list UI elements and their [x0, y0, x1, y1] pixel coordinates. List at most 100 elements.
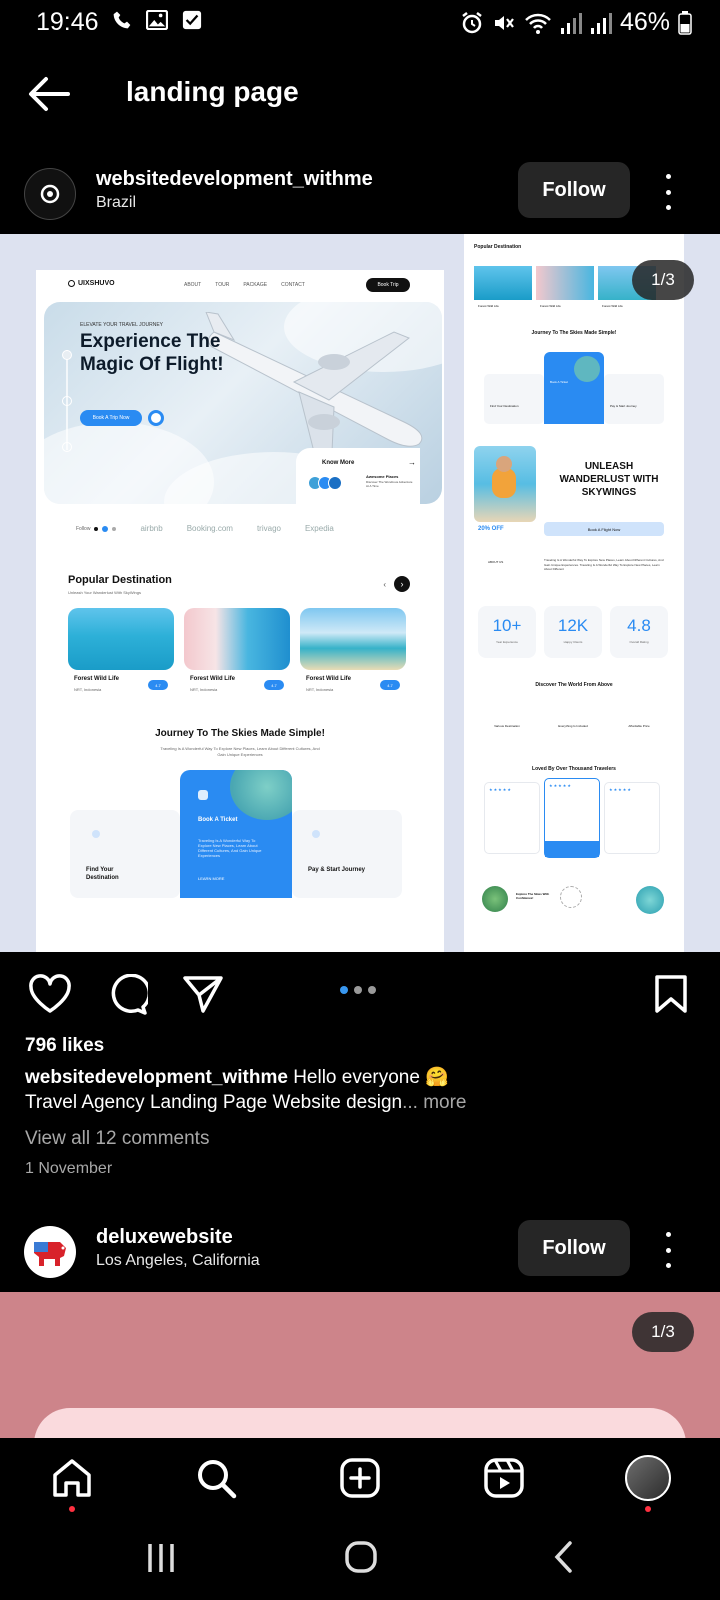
- mockup-destination-card: Forest Wild Life NRT, Indonesia 4.7: [184, 608, 290, 694]
- mockup-hero-button: Book A Trip Now: [80, 410, 142, 426]
- mockup-step-card: Pay & Start Journey: [292, 810, 402, 898]
- profile-notification-dot: [645, 1506, 651, 1512]
- avatar[interactable]: [24, 1226, 76, 1278]
- post-actions: [0, 964, 720, 1024]
- mockup-stat: 4.8 Overall Rating: [610, 606, 668, 658]
- mockup-stat: 10+ Year Experience: [478, 606, 536, 658]
- logo-icon: [40, 184, 60, 204]
- caption-text: Hello everyone 🤗: [293, 1067, 449, 1088]
- post-location[interactable]: Los Angeles, California: [96, 1252, 260, 1270]
- create-icon: [340, 1458, 380, 1498]
- wifi-icon: [525, 13, 551, 34]
- carousel-counter: 1/3: [632, 1312, 694, 1352]
- post-username[interactable]: websitedevelopment_withme: [96, 168, 373, 191]
- status-left-icons: [112, 10, 202, 30]
- mockup-avatar-group: [308, 476, 342, 490]
- more-options-icon[interactable]: [656, 1232, 680, 1268]
- post-image-card: [34, 1408, 686, 1438]
- partner-logo: Booking.com: [186, 524, 233, 533]
- back-arrow-icon[interactable]: [26, 76, 70, 112]
- mockup-landing-page: UIXSHUVO ABOUT TOUR PACKAGE CONTACT Book…: [36, 270, 444, 952]
- comment-icon[interactable]: [106, 974, 148, 1016]
- mockup-nav: ABOUT TOUR PACKAGE CONTACT: [184, 282, 305, 288]
- more-options-icon[interactable]: [656, 174, 680, 210]
- page-header: landing page: [0, 60, 720, 130]
- mockup-hero-eyebrow: ELEVATE YOUR TRAVEL JOURNEY: [80, 322, 163, 328]
- mockup-logo: UIXSHUVO: [68, 280, 115, 287]
- mockup-journey-sub: Traveling Is A Wonderful Way To Explore …: [160, 746, 320, 757]
- post-date: 1 November: [25, 1160, 113, 1177]
- nav-search[interactable]: [192, 1454, 240, 1502]
- mockup-stat: 12K Happy Clients: [544, 606, 602, 658]
- mockup-destination-card: Forest Wild Life NRT, Indonesia 4.7: [300, 608, 406, 694]
- home-notification-dot: [69, 1506, 75, 1512]
- post-header: deluxewebsite Los Angeles, California Fo…: [0, 1220, 720, 1294]
- mockup-globe: [636, 886, 664, 914]
- status-right: 46%: [460, 8, 692, 37]
- mockup-nav-item: CONTACT: [281, 282, 305, 288]
- like-heart-icon[interactable]: [28, 974, 72, 1014]
- page-title: landing page: [126, 76, 299, 107]
- phone-icon: [113, 11, 131, 29]
- follow-button[interactable]: Follow: [518, 162, 630, 218]
- post-image-carousel[interactable]: UIXSHUVO ABOUT TOUR PACKAGE CONTACT Book…: [0, 234, 720, 952]
- post-header: websitedevelopment_withme Brazil Follow: [0, 162, 720, 236]
- share-send-icon[interactable]: [182, 974, 224, 1014]
- arrow-right-icon: →: [408, 458, 416, 467]
- mockup-review-card: ★★★★★: [484, 782, 540, 854]
- mockup-thumb: [474, 266, 532, 300]
- search-icon: [198, 1460, 237, 1499]
- nav-home[interactable]: [48, 1454, 96, 1502]
- mockup-popular-title: Popular Destination: [68, 574, 172, 586]
- post-image-carousel[interactable]: 1/3: [0, 1292, 720, 1438]
- cow-logo-icon: [34, 1242, 66, 1266]
- caption-line-1: websitedevelopment_withme Hello everyone…: [25, 1065, 449, 1089]
- home-icon: [53, 1459, 91, 1497]
- follow-button[interactable]: Follow: [518, 1220, 630, 1276]
- post-location[interactable]: Brazil: [96, 194, 136, 212]
- profile-avatar: [625, 1455, 671, 1501]
- caption-line-2: Travel Agency Landing Page Website desig…: [25, 1092, 466, 1114]
- alarm-icon: [462, 11, 482, 33]
- mockup-step-card-active: Book A Ticket Traveling Is A Wonderful W…: [180, 770, 292, 898]
- home-button-icon[interactable]: [344, 1540, 378, 1574]
- nav-reels[interactable]: [480, 1454, 528, 1502]
- reels-icon: [484, 1458, 524, 1498]
- mockup-child-photo: [474, 446, 536, 522]
- mockup-nav-item: TOUR: [215, 282, 230, 288]
- mockup-step-card: Find Your Destination: [70, 810, 180, 898]
- partner-logo: trivago: [256, 524, 281, 533]
- caption-username[interactable]: websitedevelopment_withme: [25, 1067, 288, 1088]
- mockup-journey-title: Journey To The Skies Made Simple!: [155, 728, 325, 739]
- chevron-right-icon: ›: [394, 576, 410, 592]
- carousel-dots: [340, 986, 376, 994]
- mockup-destination-card: Forest Wild Life NRT, Indonesia 4.7: [68, 608, 174, 694]
- nav-create[interactable]: [336, 1454, 384, 1502]
- status-time: 19:46: [36, 8, 99, 36]
- mockup-know-sub-text: Discover The Wondrous Adventure At A Tim…: [366, 480, 413, 488]
- carousel-dot: [368, 986, 376, 994]
- mockup-carousel-arrows: ‹ ›: [383, 576, 410, 592]
- mockup-globe: [482, 886, 508, 912]
- post-username[interactable]: deluxewebsite: [96, 1226, 233, 1249]
- back-button-icon[interactable]: [552, 1540, 574, 1574]
- save-bookmark-icon[interactable]: [654, 974, 688, 1014]
- caption-more-link[interactable]: ... more: [402, 1092, 466, 1113]
- mockup-know-more: Know More: [322, 460, 355, 466]
- partner-logo: Expedia: [304, 524, 334, 533]
- recent-apps-icon[interactable]: [146, 1542, 176, 1574]
- partner-logo: airbnb: [140, 524, 163, 533]
- carousel-dot-active: [340, 986, 348, 994]
- nav-profile[interactable]: [624, 1454, 672, 1502]
- mockup-landing-page-full: Popular Destination Forest Wild Life For…: [464, 234, 684, 952]
- avatar[interactable]: [24, 168, 76, 220]
- view-comments-link[interactable]: View all 12 comments: [25, 1128, 209, 1150]
- system-nav-bar: [0, 1520, 720, 1600]
- chevron-left-icon: ‹: [383, 579, 386, 589]
- battery-percent: 46%: [619, 8, 670, 36]
- caption-text-2: Travel Agency Landing Page Website desig…: [25, 1092, 403, 1113]
- mockup-thumb: [536, 266, 594, 300]
- likes-count[interactable]: 796 likes: [25, 1035, 104, 1057]
- carousel-dot: [354, 986, 362, 994]
- mockup-nav-item: PACKAGE: [243, 282, 268, 288]
